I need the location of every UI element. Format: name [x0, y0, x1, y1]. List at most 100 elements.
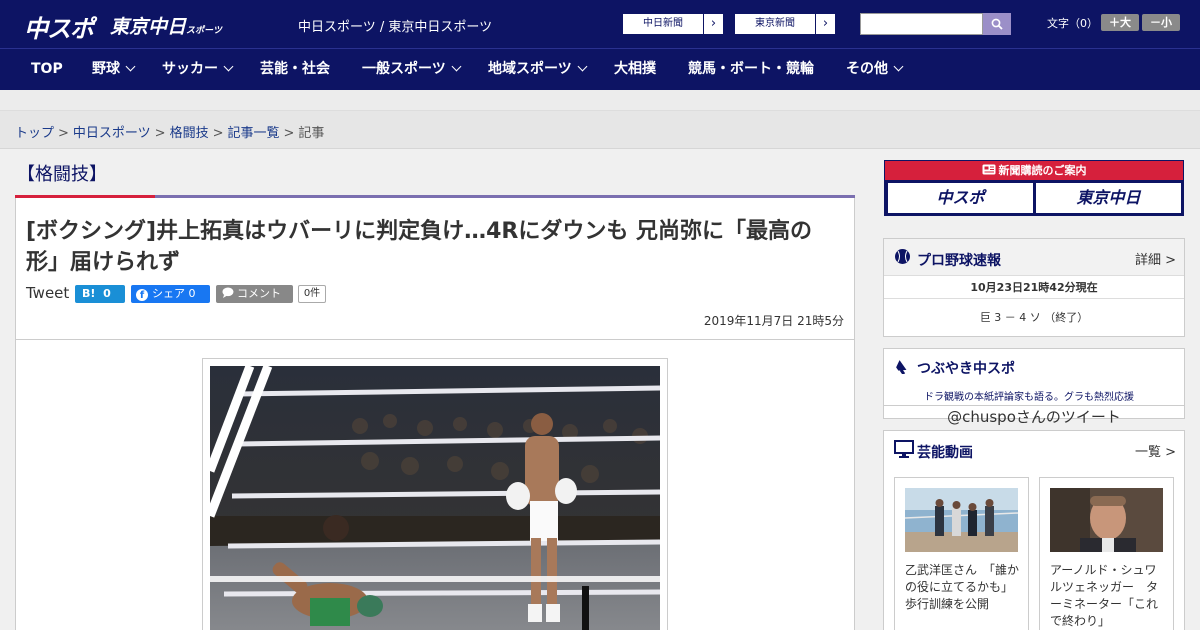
- category-title: 【格闘技】: [17, 164, 107, 185]
- breadcrumb-separator: >: [58, 126, 69, 141]
- breadcrumb-chunichi-sports[interactable]: 中日スポーツ: [73, 126, 151, 141]
- breadcrumb-article-list[interactable]: 記事一覧: [228, 126, 280, 141]
- nav-label: 大相撲: [614, 61, 656, 77]
- subscribe-chuspo-logo[interactable]: 中スポ: [888, 183, 1033, 213]
- font-larger-button[interactable]: ＋大: [1101, 14, 1139, 31]
- video-caption: 乙武洋匡さん 「誰かの役に立てるかも」歩行訓練を公開: [905, 563, 1020, 611]
- nav-item-soccer[interactable]: サッカー: [162, 49, 234, 91]
- nav-label: 野球: [92, 61, 120, 77]
- score-timestamp: 10月23日21時42分現在: [884, 275, 1184, 299]
- game-score[interactable]: 巨 3 － 4 ソ （終了）: [884, 309, 1184, 325]
- breadcrumb-bar: トップ > 中日スポーツ > 格闘技 > 記事一覧 > 記事: [0, 111, 1200, 149]
- nav-item-sumo[interactable]: 大相撲: [614, 49, 656, 91]
- article-divider: [16, 339, 854, 340]
- nav-item-entertainment[interactable]: 芸能・社会: [260, 49, 330, 91]
- chevron-right-icon: ›: [815, 14, 835, 34]
- ad-strip: [0, 90, 1200, 111]
- baseball-box-header: プロ野球速報 詳細 >: [884, 239, 1184, 275]
- speech-bubble-icon: [222, 287, 234, 298]
- nav-label: 地域スポーツ: [488, 61, 572, 77]
- breadcrumb-separator: >: [283, 126, 295, 141]
- nav-label: 競馬・ボート・競輪: [688, 61, 814, 77]
- breadcrumb-martial-arts[interactable]: 格闘技: [170, 126, 209, 141]
- article-photo-frame: [202, 358, 668, 630]
- video-list-link[interactable]: 一覧 >: [1135, 441, 1176, 460]
- baseball-details-link[interactable]: 詳細 >: [1135, 249, 1176, 268]
- video-thumbnail-image: [905, 488, 1018, 552]
- breadcrumb: トップ > 中日スポーツ > 格闘技 > 記事一覧 > 記事: [15, 122, 324, 141]
- chevron-right-icon: ›: [703, 14, 723, 34]
- newspaper-icon: [982, 164, 995, 175]
- facebook-share-button[interactable]: f シェア 0: [131, 285, 210, 303]
- tokyo-chunichi-logo-text: 東京中日: [110, 16, 187, 38]
- article-container: [ボクシング]井上拓真はウバーリに判定負け…4Rにダウンも 兄尚弥に「最高の形」…: [15, 198, 855, 630]
- nav-label: 芸能・社会: [260, 61, 330, 77]
- main-nav: TOP 野球 サッカー 芸能・社会 一般スポーツ 地域スポーツ 大相撲 競馬・ボ…: [0, 48, 1200, 90]
- facebook-share-label: シェア: [152, 287, 185, 300]
- facebook-icon: f: [136, 289, 148, 301]
- nav-item-racing[interactable]: 競馬・ボート・競輪: [688, 49, 814, 91]
- nav-item-baseball[interactable]: 野球: [92, 49, 136, 91]
- search-icon: [991, 18, 1003, 30]
- tweets-box: つぶやき中スポ ドラ観戦の本紙評論家も語る。グラも熱烈応援 @chuspoさんの…: [883, 348, 1185, 426]
- search-button[interactable]: [983, 13, 1011, 35]
- chevron-down-icon: [125, 61, 136, 72]
- subscription-banner[interactable]: 新聞購読のご案内 中スポ 東京中日: [884, 160, 1184, 216]
- baseball-score-box: プロ野球速報 詳細 > 10月23日21時42分現在 巨 3 － 4 ソ （終了…: [883, 238, 1185, 337]
- baseball-box-title: プロ野球速報: [917, 253, 1001, 269]
- chunichi-shimbun-link[interactable]: 中日新聞 ›: [622, 13, 724, 35]
- search-input[interactable]: [860, 13, 983, 35]
- twitter-handle-link[interactable]: @chuspoさんのツイート: [884, 405, 1184, 427]
- tokyo-chunichi-logo-sub: スポーツ: [186, 26, 222, 36]
- nav-item-general-sports[interactable]: 一般スポーツ: [362, 49, 462, 91]
- chevron-down-icon: [577, 61, 588, 72]
- video-card[interactable]: 乙武洋匡さん 「誰かの役に立てるかも」歩行訓練を公開: [894, 477, 1029, 630]
- font-smaller-button[interactable]: －小: [1142, 14, 1180, 31]
- article-photo[interactable]: [210, 366, 660, 630]
- hatena-count: 0: [103, 287, 111, 300]
- tweet-button[interactable]: Tweet: [26, 284, 69, 302]
- breadcrumb-top[interactable]: トップ: [15, 126, 54, 141]
- tweets-box-subtitle: ドラ観戦の本紙評論家も語る。グラも熱烈応援: [924, 392, 1134, 403]
- nav-item-local-sports[interactable]: 地域スポーツ: [488, 49, 588, 91]
- nav-label: サッカー: [162, 61, 218, 77]
- subscription-title: 新聞購読のご案内: [885, 161, 1183, 180]
- subscription-title-text: 新聞購読のご案内: [998, 164, 1087, 177]
- tokyo-shimbun-label: 東京新聞: [755, 18, 795, 29]
- comment-button[interactable]: コメント: [216, 285, 293, 303]
- nav-label: 一般スポーツ: [362, 61, 446, 77]
- tokyo-shimbun-link[interactable]: 東京新聞 ›: [734, 13, 836, 35]
- site-title-link[interactable]: 中日スポーツ / 東京中日スポーツ: [298, 16, 492, 35]
- video-card[interactable]: アーノルド・シュワルツェネッガー ターミネーター「これで終わり」: [1039, 477, 1174, 630]
- subscribe-tokyo-chunichi-logo[interactable]: 東京中日: [1036, 183, 1181, 213]
- chevron-down-icon: [451, 61, 462, 72]
- font-size-label: 文字（0）: [1047, 17, 1098, 30]
- tokyo-chunichi-logo[interactable]: 東京中日スポーツ: [110, 12, 222, 39]
- chunichi-shimbun-label: 中日新聞: [643, 18, 683, 29]
- nav-item-other[interactable]: その他: [846, 49, 904, 91]
- article-headline: [ボクシング]井上拓真はウバーリに判定負け…4Rにダウンも 兄尚弥に「最高の形」…: [26, 219, 813, 275]
- breadcrumb-separator: >: [212, 126, 224, 141]
- video-thumbnail: [905, 488, 1018, 552]
- chevron-down-icon: [893, 61, 904, 72]
- facebook-share-count: 0: [188, 287, 196, 300]
- video-thumbnail: [1050, 488, 1163, 552]
- baseball-icon: [895, 249, 910, 264]
- publish-date: 2019年11月7日 21時5分: [703, 314, 844, 328]
- video-thumbnail-image: [1050, 488, 1163, 552]
- hatena-bookmark-button[interactable]: B! 0: [75, 285, 125, 303]
- video-box-title: 芸能動画: [917, 445, 973, 461]
- nav-item-top[interactable]: TOP: [31, 49, 63, 91]
- boxing-ring-photo: [210, 366, 660, 630]
- chuspo-logo[interactable]: 中スポ: [24, 9, 94, 44]
- breadcrumb-separator: >: [154, 126, 166, 141]
- hatena-icon: B!: [82, 287, 96, 300]
- nav-label: その他: [846, 61, 888, 77]
- chevron-down-icon: [223, 61, 234, 72]
- entertainment-video-box: 芸能動画 一覧 > 乙武洋匡さん 「誰かの役に立てるかも」歩行訓練を公開 アーノ…: [883, 430, 1185, 630]
- breadcrumb-current: 記事: [298, 126, 325, 141]
- megaphone-icon: [896, 360, 907, 374]
- comment-count: 0件: [298, 285, 326, 303]
- monitor-icon: [894, 440, 914, 458]
- comment-label: コメント: [237, 287, 281, 300]
